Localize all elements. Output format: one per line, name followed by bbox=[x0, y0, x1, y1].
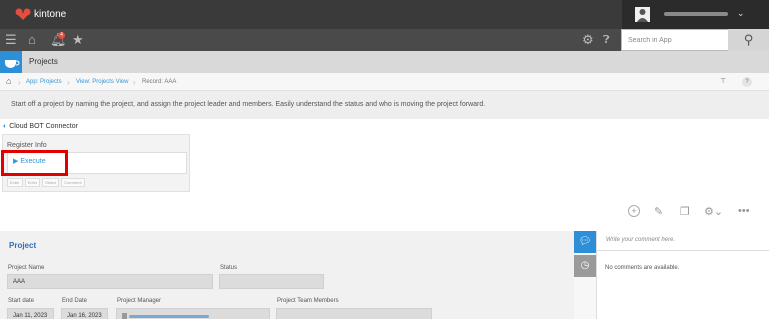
breadcrumb-separator: › bbox=[133, 78, 136, 87]
status-label: Status bbox=[220, 265, 238, 271]
tag-enter: Enter bbox=[7, 178, 23, 187]
star-icon[interactable]: ★ bbox=[72, 32, 84, 48]
tag-enter: Enter bbox=[24, 178, 41, 187]
edit-icon[interactable]: ✎ bbox=[654, 205, 663, 218]
kintone-logo[interactable]: kintone bbox=[15, 8, 66, 20]
no-comments-text: No comments are available. bbox=[605, 265, 680, 271]
tag-comment: Comment bbox=[61, 178, 85, 187]
connector-title: ◐ Cloud BOT Connector bbox=[3, 123, 78, 130]
project-manager-value bbox=[116, 308, 270, 319]
search-button[interactable]: ⚲ bbox=[728, 29, 769, 51]
chevron-down-icon[interactable]: ⌄ bbox=[737, 8, 745, 19]
gear-icon[interactable]: ⚙ bbox=[582, 32, 594, 48]
breadcrumb-separator: › bbox=[18, 78, 21, 87]
start-date-label: Start date bbox=[8, 298, 35, 304]
cup-icon bbox=[5, 60, 20, 68]
home-icon[interactable]: ⌂ bbox=[6, 76, 11, 86]
project-manager-label: Project Manager bbox=[117, 298, 162, 304]
manager-email-redacted[interactable] bbox=[128, 314, 209, 318]
app-description: Start off a project by naming the projec… bbox=[0, 91, 769, 119]
search-icon: ⚲ bbox=[743, 32, 754, 47]
sidebar-tabs: 💬︎ ◷ bbox=[574, 231, 596, 319]
project-name-label: Project Name bbox=[8, 265, 45, 271]
comments-pane: Write your comment here. No comments are… bbox=[596, 231, 769, 319]
more-icon[interactable]: ••• bbox=[738, 205, 750, 217]
end-date-label: End Date bbox=[62, 298, 88, 304]
breadcrumb-view[interactable]: View: Projects View bbox=[76, 79, 128, 85]
settings-icon[interactable]: ⚙⌄ bbox=[704, 205, 723, 218]
tag-select: Select bbox=[42, 178, 60, 187]
connector-icon: ◐ bbox=[3, 123, 8, 130]
comment-icon: 💬︎ bbox=[578, 236, 592, 247]
brand-name: kintone bbox=[34, 8, 67, 20]
home-icon[interactable]: ⌂ bbox=[28, 32, 36, 48]
team-members-value bbox=[276, 308, 432, 319]
logo-icon bbox=[15, 8, 31, 20]
app-icon bbox=[0, 51, 22, 73]
breadcrumb-record: Record: AAA bbox=[142, 79, 177, 85]
app-title[interactable]: Projects bbox=[29, 57, 58, 66]
breadcrumb-separator: › bbox=[67, 78, 70, 87]
top-header: kintone ⌄ bbox=[0, 0, 769, 29]
info-icon[interactable]: ? bbox=[742, 77, 752, 87]
breadcrumb-app[interactable]: App: Projects bbox=[26, 79, 62, 85]
add-icon[interactable]: + bbox=[628, 205, 640, 217]
comment-input[interactable]: Write your comment here. bbox=[597, 231, 769, 251]
nav-bar: ☰ ⌂ 🔔︎ 4 ★ ⚙ ❓︎ ⚲ bbox=[0, 29, 769, 51]
register-info-label: Register Info bbox=[7, 142, 47, 149]
status-value bbox=[219, 274, 324, 289]
connector-tags: Enter Enter Select Comment bbox=[7, 178, 85, 187]
copy-icon[interactable]: ❐ bbox=[680, 205, 690, 218]
menu-icon[interactable]: ☰ bbox=[5, 32, 17, 48]
description-text: Start off a project by naming the projec… bbox=[11, 101, 486, 108]
user-chip-icon bbox=[122, 313, 127, 319]
help-icon[interactable]: ❓︎ bbox=[603, 32, 610, 48]
user-menu[interactable]: ⌄ bbox=[622, 0, 769, 29]
highlight-box bbox=[1, 150, 68, 176]
start-date-value: Jan 11, 2023 bbox=[7, 308, 54, 319]
project-name-value: AAA bbox=[7, 274, 213, 289]
record-form: Project Project Name AAA Status Start da… bbox=[0, 231, 574, 319]
history-icon: ◷ bbox=[580, 260, 590, 271]
user-name-redacted bbox=[664, 12, 728, 16]
end-date-value: Jan 16, 2023 bbox=[61, 308, 108, 319]
avatar bbox=[635, 7, 650, 22]
form-section-title: Project bbox=[9, 241, 37, 250]
app-header: Projects bbox=[0, 51, 769, 73]
notification-badge: 4 bbox=[58, 32, 65, 39]
comments-tab[interactable]: 💬︎ bbox=[574, 231, 596, 253]
user-icon bbox=[637, 9, 648, 22]
history-tab[interactable]: ◷ bbox=[574, 255, 596, 277]
pin-icon[interactable]: ⊤ bbox=[720, 77, 726, 85]
team-members-label: Project Team Members bbox=[277, 298, 339, 304]
breadcrumb: ⌂ › App: Projects › View: Projects View … bbox=[0, 73, 769, 91]
